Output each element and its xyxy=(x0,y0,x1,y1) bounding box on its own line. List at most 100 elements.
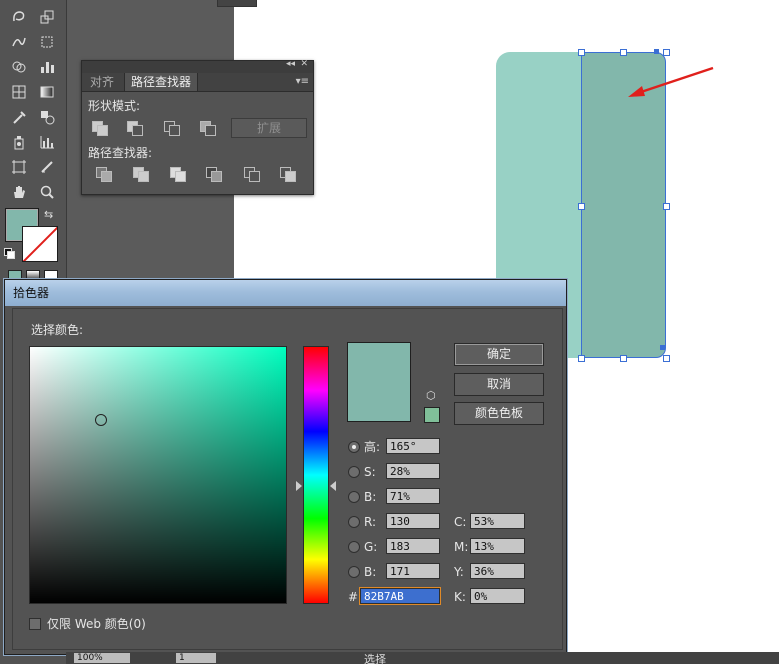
pasteboard-tab xyxy=(217,0,257,7)
saturation-field[interactable]: 28% xyxy=(386,463,440,479)
hue-radio[interactable] xyxy=(348,441,360,453)
selection-handle[interactable] xyxy=(578,203,585,210)
scale-tool-icon[interactable] xyxy=(34,6,60,28)
close-panel-icon[interactable]: ✕ xyxy=(300,59,308,69)
intersect-button[interactable] xyxy=(164,121,180,136)
selection-handle[interactable] xyxy=(663,203,670,210)
hue-slider-left-arrow[interactable] xyxy=(296,481,302,491)
color-swatches-button[interactable]: 颜色色板 xyxy=(454,402,544,425)
status-bar xyxy=(66,652,779,664)
exclude-button[interactable] xyxy=(200,121,216,136)
select-color-label: 选择颜色: xyxy=(31,323,84,337)
red-radio[interactable] xyxy=(348,516,360,528)
mesh-tool-icon[interactable] xyxy=(6,81,32,103)
panel-titlebar[interactable]: ◂◂ ✕ xyxy=(82,59,313,73)
slice-tool-icon[interactable] xyxy=(34,156,60,178)
graph-tool-icon[interactable] xyxy=(34,56,60,78)
blue-radio[interactable] xyxy=(348,566,360,578)
red-row: R: 130 xyxy=(348,513,448,531)
blend-tool-icon[interactable] xyxy=(34,106,60,128)
hue-slider-right-arrow[interactable] xyxy=(330,481,336,491)
tab-pathfinder[interactable]: 路径查找器 xyxy=(124,73,199,91)
symbol-sprayer-tool-icon[interactable] xyxy=(6,131,32,153)
web-safe-color-swatch[interactable] xyxy=(424,407,440,423)
brightness-field[interactable]: 71% xyxy=(386,488,440,504)
green-radio[interactable] xyxy=(348,541,360,553)
gradient-tool-icon[interactable] xyxy=(34,81,60,103)
unite-button[interactable] xyxy=(92,121,108,136)
selection-handle[interactable] xyxy=(663,49,670,56)
saturation-brightness-field[interactable] xyxy=(29,346,287,604)
yellow-label: Y: xyxy=(454,565,464,579)
hex-field[interactable]: 82B7AB xyxy=(360,588,440,604)
corner-widget-handle[interactable] xyxy=(660,345,665,350)
blue-field[interactable]: 171 xyxy=(386,563,440,579)
saturation-row: S: 28% xyxy=(348,463,448,481)
cyan-field[interactable]: 53% xyxy=(470,513,525,529)
magenta-field[interactable]: 13% xyxy=(470,538,525,554)
divide-button[interactable] xyxy=(96,167,112,182)
artboard-number-field[interactable]: 1 xyxy=(176,653,216,663)
tab-align[interactable]: 对齐 xyxy=(84,73,120,91)
field-cursor[interactable] xyxy=(95,414,107,426)
shape-builder-tool-icon[interactable] xyxy=(6,56,32,78)
expand-button[interactable]: 扩展 xyxy=(231,118,307,138)
black-label: K: xyxy=(454,590,466,604)
web-colors-only-label: 仅限 Web 颜色(0) xyxy=(47,617,146,631)
ok-button[interactable]: 确定 xyxy=(454,343,544,366)
red-label: R: xyxy=(364,515,377,529)
merge-button[interactable] xyxy=(170,167,186,182)
brightness-label: B: xyxy=(364,490,377,504)
dialog-title[interactable]: 拾色器 xyxy=(5,280,566,306)
yellow-field[interactable]: 36% xyxy=(470,563,525,579)
panel-menu-icon[interactable]: ▾≡ xyxy=(296,76,309,87)
pathfinders-label: 路径查找器: xyxy=(88,146,153,160)
red-arrow-annotation xyxy=(628,66,714,97)
cyan-row: C: 53% xyxy=(454,513,544,531)
black-field[interactable]: 0% xyxy=(470,588,525,604)
cancel-button[interactable]: 取消 xyxy=(454,373,544,396)
zoom-tool-icon[interactable] xyxy=(34,181,60,203)
hue-field[interactable]: 165° xyxy=(386,438,440,454)
swap-fill-stroke-icon[interactable]: ⇆ xyxy=(44,208,53,221)
crop-button[interactable] xyxy=(206,167,222,182)
brightness-radio[interactable] xyxy=(348,491,360,503)
outline-button[interactable] xyxy=(244,167,260,182)
lasso-tool-icon[interactable] xyxy=(6,6,32,28)
green-field[interactable]: 183 xyxy=(386,538,440,554)
trim-button[interactable] xyxy=(133,167,149,182)
hex-label: # xyxy=(348,590,359,604)
selection-handle[interactable] xyxy=(620,49,627,56)
artboard-tool-icon[interactable] xyxy=(6,156,32,178)
corner-widget-handle[interactable] xyxy=(654,49,659,54)
zoom-level-field[interactable]: 100% xyxy=(74,653,130,663)
free-transform-tool-icon[interactable] xyxy=(34,31,60,53)
saturation-radio[interactable] xyxy=(348,466,360,478)
current-color-preview xyxy=(347,342,411,422)
web-safe-cube-icon[interactable]: ⬡ xyxy=(426,389,436,402)
selection-handle[interactable] xyxy=(663,355,670,362)
selection-handle[interactable] xyxy=(578,49,585,56)
default-colors-icon[interactable] xyxy=(4,248,15,259)
stroke-none-swatch[interactable] xyxy=(22,226,58,262)
eyedropper-tool-icon[interactable] xyxy=(6,106,32,128)
hand-tool-icon[interactable] xyxy=(6,181,32,203)
web-colors-only-checkbox[interactable] xyxy=(29,618,41,630)
selection-handle[interactable] xyxy=(578,355,585,362)
collapse-panel-icon[interactable]: ◂◂ xyxy=(286,59,295,69)
red-field[interactable]: 130 xyxy=(386,513,440,529)
hue-slider[interactable] xyxy=(303,346,329,604)
minus-back-button[interactable] xyxy=(280,167,296,182)
minus-front-button[interactable] xyxy=(127,121,143,136)
hue-row: 高: 165° xyxy=(348,438,448,456)
color-picker-dialog: 拾色器 选择颜色: ⬡ 确定 取消 颜色色板 高: 165° S: 28% B:… xyxy=(4,279,567,655)
black-row: K: 0% xyxy=(454,588,544,606)
selection-handle[interactable] xyxy=(620,355,627,362)
magenta-row: M: 13% xyxy=(454,538,544,556)
column-graph-tool-icon[interactable] xyxy=(34,131,60,153)
warp-tool-icon[interactable] xyxy=(6,31,32,53)
cyan-label: C: xyxy=(454,515,467,529)
blue-row: B: 171 xyxy=(348,563,448,581)
brightness-row: B: 71% xyxy=(348,488,448,506)
blue-label: B: xyxy=(364,565,377,579)
